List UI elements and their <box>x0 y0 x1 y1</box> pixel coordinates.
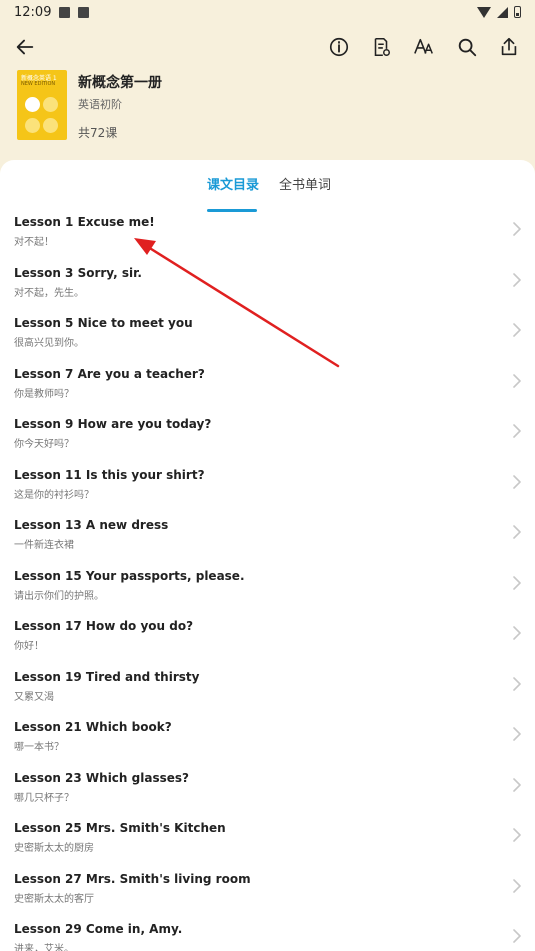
book-header: 新概念英语 1 NEW EDITION 新概念第一册 英语初阶 共72课 <box>17 70 527 150</box>
cover-subtitle: NEW EDITION <box>21 81 56 87</box>
tab-contents[interactable]: 课文目录 <box>207 174 259 193</box>
lesson-subtitle: 你是教师吗？ <box>14 388 74 400</box>
cover-dot <box>25 97 40 112</box>
font-size-icon <box>414 38 433 54</box>
chevron-right-icon <box>513 929 521 943</box>
lesson-item[interactable]: Lesson 27 Mrs. Smith's living room 史密斯太太的… <box>0 861 535 912</box>
lesson-title: Lesson 9 How are you today? <box>14 417 212 431</box>
battery-icon <box>514 6 521 18</box>
lesson-item[interactable]: Lesson 29 Come in, Amy. 进来，艾米。 <box>0 911 535 951</box>
lesson-subtitle: 史密斯太太的厨房 <box>14 843 94 854</box>
chevron-right-icon <box>513 373 521 388</box>
lesson-item[interactable]: Lesson 7 Are you a teacher? 你是教师吗？ <box>0 356 535 407</box>
lesson-subtitle: 对不起！ <box>14 237 54 248</box>
chevron-right-icon <box>513 575 521 590</box>
chevron-right-icon <box>513 828 521 842</box>
lesson-title: Lesson 1 Excuse me! <box>14 215 155 229</box>
chevron-right-icon <box>513 272 521 287</box>
book-level: 英语初阶 <box>78 98 122 111</box>
lesson-title: Lesson 29 Come in, Amy. <box>14 922 183 936</box>
font-size-button[interactable] <box>411 34 437 60</box>
lesson-item[interactable]: Lesson 9 How are you today? 你今天好吗？ <box>0 406 535 457</box>
cover-dot <box>43 97 58 112</box>
lesson-subtitle: 哪几只杯子？ <box>14 792 74 804</box>
a-notification-icon <box>78 6 90 18</box>
notes-button[interactable] <box>368 34 394 60</box>
chevron-right-icon <box>513 878 521 893</box>
lesson-item[interactable]: Lesson 1 Excuse me! 对不起！ <box>0 204 535 255</box>
chevron-right-icon <box>513 626 521 640</box>
lesson-item[interactable]: Lesson 17 How do you do? 你好！ <box>0 608 535 659</box>
lesson-title: Lesson 21 Which book? <box>14 720 172 734</box>
lesson-title: Lesson 23 Which glasses? <box>14 770 189 785</box>
lesson-subtitle: 哪一本书？ <box>14 742 64 753</box>
lesson-title: Lesson 5 Nice to meet you <box>14 316 193 330</box>
back-button[interactable] <box>12 34 38 60</box>
lesson-subtitle: 又累又渴 <box>14 691 54 703</box>
info-button[interactable] <box>326 34 352 60</box>
lesson-subtitle: 请出示你们的护照。 <box>14 590 104 602</box>
lesson-item[interactable]: Lesson 15 Your passports, please. 请出示你们的护… <box>0 558 535 609</box>
lesson-item[interactable]: Lesson 25 Mrs. Smith's Kitchen 史密斯太太的厨房 <box>0 810 535 861</box>
lesson-item[interactable]: Lesson 3 Sorry, sir. 对不起，先生。 <box>0 255 535 306</box>
lesson-subtitle: 你好！ <box>14 641 44 652</box>
search-button[interactable] <box>454 34 480 60</box>
lesson-title: Lesson 17 How do you do? <box>14 619 194 633</box>
lesson-subtitle: 一件新连衣裙 <box>14 540 74 551</box>
chevron-right-icon <box>513 323 521 337</box>
signal-icon <box>497 6 508 18</box>
back-arrow-icon <box>16 39 34 55</box>
tab-vocabulary[interactable]: 全书单词 <box>279 174 331 193</box>
share-button[interactable] <box>496 34 522 60</box>
lesson-title: Lesson 7 Are you a teacher? <box>14 366 205 381</box>
wifi-icon <box>477 6 491 18</box>
tab-bar: 课文目录 全书单词 <box>0 174 535 212</box>
lesson-item[interactable]: Lesson 5 Nice to meet you 很高兴见到你。 <box>0 305 535 356</box>
lesson-list: Lesson 1 Excuse me! 对不起！ Lesson 3 Sorry, s… <box>0 204 535 951</box>
chevron-right-icon <box>513 424 521 438</box>
lesson-count: 共72课 <box>78 126 118 140</box>
lesson-title: Lesson 25 Mrs. Smith's Kitchen <box>14 821 226 835</box>
chevron-right-icon <box>513 525 521 539</box>
lesson-title: Lesson 27 Mrs. Smith's living room <box>14 871 251 886</box>
toolbar <box>0 30 535 64</box>
cover-dot <box>25 118 40 133</box>
book-cover: 新概念英语 1 NEW EDITION <box>17 70 67 140</box>
chevron-right-icon <box>513 727 521 741</box>
lesson-title: Lesson 3 Sorry, sir. <box>14 265 142 280</box>
lesson-item[interactable]: Lesson 23 Which glasses? 哪几只杯子？ <box>0 760 535 811</box>
chevron-right-icon <box>513 474 521 489</box>
lesson-title: Lesson 19 Tired and thirsty <box>14 669 200 684</box>
status-bar: 12:09 <box>0 0 535 24</box>
lesson-panel: 课文目录 全书单词 Lesson 1 Excuse me! 对不起！ Lesson … <box>0 160 535 951</box>
status-left: 12:09 <box>14 4 90 20</box>
lesson-subtitle: 这是你的衬衫吗？ <box>14 489 94 501</box>
lesson-subtitle: 对不起，先生。 <box>14 287 84 299</box>
lesson-item[interactable]: Lesson 21 Which book? 哪一本书？ <box>0 709 535 760</box>
lesson-title: Lesson 15 Your passports, please. <box>14 568 245 583</box>
lesson-title: Lesson 13 A new dress <box>14 518 169 532</box>
lesson-subtitle: 史密斯太太的客厅 <box>14 893 94 905</box>
cover-dot <box>43 118 58 133</box>
chevron-right-icon <box>513 777 521 792</box>
lesson-title: Lesson 11 Is this your shirt? <box>14 467 205 482</box>
image-notification-icon <box>59 6 71 18</box>
chevron-right-icon <box>513 676 521 691</box>
status-right <box>477 6 521 18</box>
lesson-subtitle: 你今天好吗？ <box>14 439 74 450</box>
lesson-item[interactable]: Lesson 19 Tired and thirsty 又累又渴 <box>0 659 535 710</box>
lesson-item[interactable]: Lesson 11 Is this your shirt? 这是你的衬衫吗？ <box>0 457 535 508</box>
search-icon <box>458 38 477 57</box>
share-icon <box>501 37 517 56</box>
lesson-subtitle: 进来，艾米。 <box>14 944 74 951</box>
lesson-item[interactable]: Lesson 13 A new dress 一件新连衣裙 <box>0 507 535 558</box>
note-settings-icon <box>374 37 390 57</box>
status-time: 12:09 <box>14 4 52 20</box>
info-icon <box>329 37 349 57</box>
lesson-subtitle: 很高兴见到你。 <box>14 338 84 349</box>
chevron-right-icon <box>513 222 521 236</box>
book-title: 新概念第一册 <box>78 75 162 91</box>
